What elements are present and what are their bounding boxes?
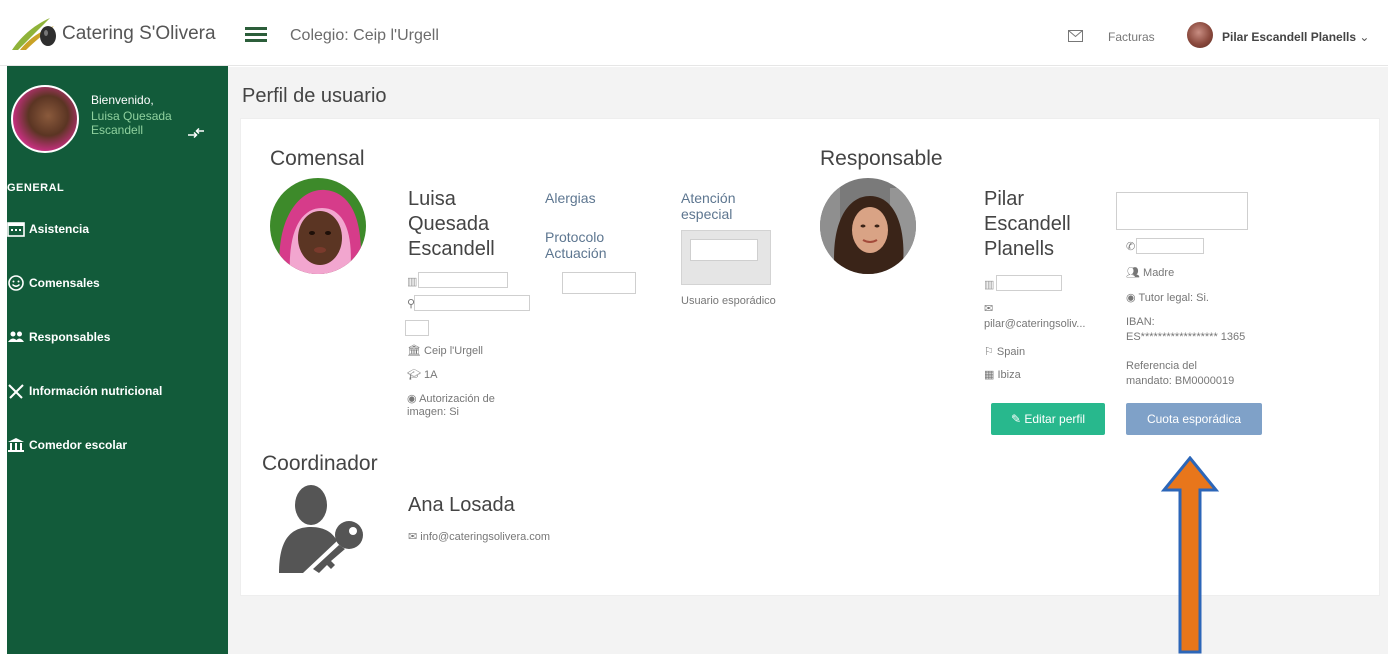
mandato-label: Referencia del [1126,360,1197,372]
comensal-name-middle: Quesada [408,213,490,235]
edit-profile-button[interactable]: ✎ Editar perfil [991,403,1105,435]
annotation-arrow-up-icon [1160,456,1220,654]
user-menu[interactable]: Pilar Escandell Planells ⌄ [1222,30,1369,44]
comensal-name-first: Luisa [408,188,456,210]
top-navbar: Catering S'Olivera Colegio: Ceip l'Urgel… [0,0,1388,66]
sidebar-avatar [11,85,79,153]
flag-icon: ⚐ [984,346,997,358]
welcome-text: Bienvenido, [91,93,154,107]
autorizacion-row-1: ◉ Autorización de [407,392,495,405]
brand-name: Catering S'Olivera [62,23,216,44]
eye-icon: ◉ [1126,292,1139,304]
responsable-notes-field[interactable] [1116,192,1248,230]
id-card-icon: ▥ [984,279,995,291]
school-title: Colegio: Ceip l'Urgell [290,27,439,44]
coordinador-name: Ana Losada [408,494,515,516]
relation-row: 👥︎ Madre [1126,266,1174,279]
sidebar-item-label: Comensales [29,276,100,290]
brand-logo[interactable]: Catering S'Olivera [10,14,220,54]
comensal-class: 1A [424,369,438,381]
phone-field[interactable] [1136,238,1204,254]
edit-profile-label: Editar perfil [1024,412,1086,426]
users-icon [8,331,24,342]
sidebar: Bienvenido, Luisa Quesada Escandell GENE… [7,66,228,654]
responsable-country: Spain [996,346,1026,358]
responsable-name-last: Planells [984,238,1055,260]
mandato-value: mandato: BM0000019 [1126,375,1235,387]
responsable-name-first: Pilar [984,188,1025,210]
graduation-cap-icon: 🎓︎ [407,369,425,381]
phone-icon: ✆ [1126,241,1136,253]
olive-logo-icon [12,18,56,50]
alergias-label: Alergias [545,190,596,206]
protocolo-label: Protocolo Actuación [545,229,607,261]
comensal-address-field[interactable] [414,295,530,311]
menu-toggle-icon[interactable] [245,27,267,43]
page-title: Perfil de usuario [242,85,387,107]
sidebar-item-label: Responsables [29,330,111,344]
chevron-down-icon: ⌄ [1359,30,1370,44]
calendar-icon [7,222,25,237]
edit-icon: ✎ [1010,412,1025,426]
users-icon: 👥︎ [1126,267,1144,279]
class-row: 🎓︎ 1A [407,368,438,381]
facturas-link[interactable]: Facturas [1108,30,1155,44]
person-key-icon [273,483,373,573]
responsable-heading: Responsable [820,147,943,170]
usuario-esporadico-text: Usuario esporádico [681,295,776,307]
cuota-esporadica-button[interactable]: Cuota esporádica [1126,403,1262,435]
comensal-small-field[interactable] [405,320,429,336]
switch-user-icon[interactable] [186,126,206,142]
responsable-id-field[interactable] [996,275,1062,291]
coordinador-email-row: ✉ info@cateringsolivera.com [408,530,550,543]
coordinador-email: info@cateringsolivera.com [420,531,551,543]
autorizacion-text-1: Autorización de [419,393,495,405]
eye-icon: ◉ [407,393,420,405]
atencion-field[interactable] [690,239,758,261]
cutlery-icon [8,384,24,399]
responsable-relation: Madre [1143,267,1175,279]
tutor-row: ◉ Tutor legal: Si. [1126,291,1209,304]
responsable-avatar [820,178,916,274]
responsable-name-middle: Escandell [984,213,1071,235]
responsable-tutor: Tutor legal: Si. [1138,292,1209,304]
smile-icon [8,275,24,291]
bank-icon: 🏛︎ [407,345,425,357]
sidebar-item-label: Asistencia [29,222,90,236]
atencion-box[interactable] [681,230,771,285]
mail-icon[interactable] [1068,30,1083,42]
comensal-name-last: Escandell [408,238,495,260]
sidebar-section-general: GENERAL [7,182,65,194]
coordinador-heading: Coordinador [262,452,378,475]
user-name: Pilar Escandell Planells [1222,30,1357,44]
iban-label: IBAN: [1126,316,1155,328]
iban-value: ES****************** 1365 [1126,331,1246,343]
sidebar-item-label: Comedor escolar [29,438,128,452]
envelope-icon: ✉ [408,531,421,543]
comensal-heading: Comensal [270,147,365,170]
envelope-icon: ✉ [984,303,994,315]
sidebar-user-name: Luisa Quesada [91,109,172,123]
atencion-label: Atención especial [681,190,736,222]
protocolo-field[interactable] [562,272,636,294]
sidebar-item-label: Información nutricional [29,384,163,398]
city-row: ▦ Ibiza [984,368,1021,381]
comensal-id-field[interactable] [418,272,508,288]
bank-icon [8,438,24,452]
responsable-email: pilar@cateringsoliv... [984,318,1086,330]
country-row: ⚐ Spain [984,345,1025,358]
user-avatar[interactable] [1187,22,1213,48]
building-icon: ▦ [984,369,998,381]
comensal-avatar [270,178,366,274]
sidebar-user-surname: Escandell [91,123,144,137]
school-row: 🏛︎ Ceip l'Urgell [407,344,483,357]
responsable-city: Ibiza [997,369,1021,381]
comensal-school: Ceip l'Urgell [424,345,483,357]
autorizacion-text-2: imagen: Si [407,406,459,418]
id-card-icon: ▥ [407,276,418,288]
